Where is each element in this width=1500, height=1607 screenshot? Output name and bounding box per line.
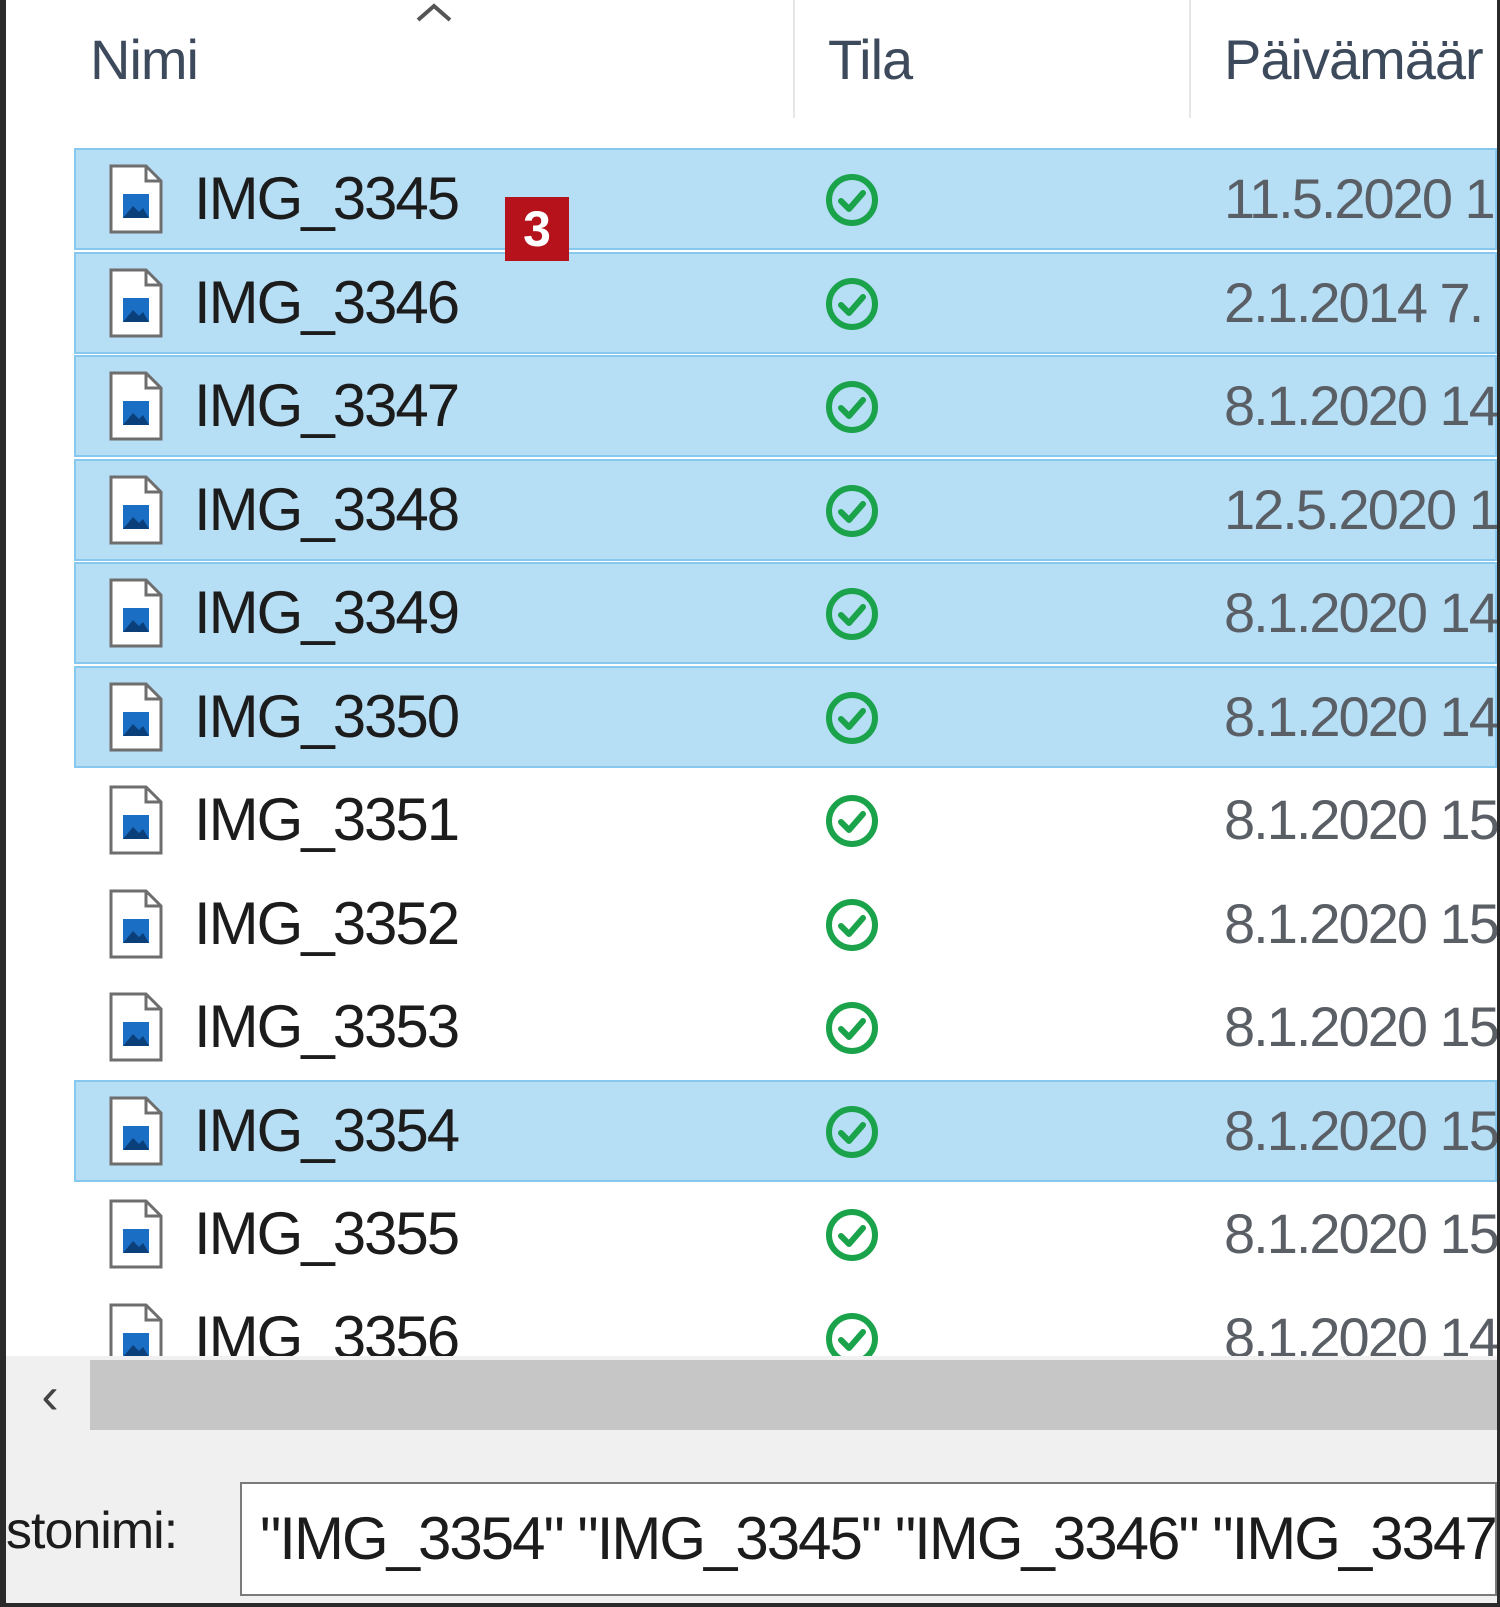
file-name: IMG_3351 (194, 786, 460, 853)
file-date: 12.5.2020 1 (1224, 478, 1497, 541)
file-row[interactable]: IMG_3351 8.1.2020 15 (74, 769, 1497, 871)
file-date: 2.1.2014 7. (1224, 271, 1484, 334)
image-file-icon (109, 371, 163, 441)
file-row[interactable]: IMG_3355 8.1.2020 15 (74, 1183, 1497, 1285)
file-name: IMG_3352 (194, 890, 460, 957)
synced-check-icon (826, 485, 878, 537)
file-row[interactable]: IMG_3354 8.1.2020 15 (74, 1080, 1497, 1182)
file-list: IMG_3345 11.5.2020 1 IMG_3346 2.1.2014 7. IM… (6, 148, 1497, 1356)
filename-bar: stonimi: "IMG_3354" "IMG_3345" "IMG_3346… (6, 1436, 1497, 1603)
file-name: IMG_3346 (194, 269, 460, 336)
window-frame-bottom (0, 1603, 1500, 1607)
file-name: IMG_3356 (194, 1304, 460, 1357)
column-header-date[interactable]: Päivämäär (1224, 30, 1497, 90)
file-row[interactable]: IMG_3346 2.1.2014 7. (74, 252, 1497, 354)
column-divider[interactable] (793, 0, 795, 118)
image-file-icon (109, 164, 163, 234)
file-row[interactable]: IMG_3345 11.5.2020 1 (74, 148, 1497, 250)
synced-check-icon (826, 588, 878, 640)
step-marker-badge: 3 (505, 197, 569, 261)
file-date: 8.1.2020 14 (1224, 1306, 1497, 1356)
file-row[interactable]: IMG_3347 8.1.2020 14 (74, 355, 1497, 457)
synced-check-icon (826, 1313, 878, 1356)
image-file-icon (109, 992, 163, 1062)
file-date: 11.5.2020 1 (1224, 167, 1496, 230)
file-row[interactable]: IMG_3350 8.1.2020 14 (74, 666, 1497, 768)
image-file-icon (109, 1096, 163, 1166)
synced-check-icon (826, 1209, 878, 1261)
image-file-icon (109, 785, 163, 855)
filename-label: stonimi: (6, 1502, 178, 1560)
file-date: 8.1.2020 14 (1224, 685, 1497, 748)
scroll-left-icon[interactable]: ‹ (20, 1366, 80, 1426)
file-row[interactable]: IMG_3356 8.1.2020 14 (74, 1287, 1497, 1356)
synced-check-icon (826, 1002, 878, 1054)
image-file-icon (109, 1303, 163, 1356)
sort-ascending-icon[interactable] (414, 0, 454, 24)
synced-check-icon (826, 174, 878, 226)
file-date: 8.1.2020 15 (1224, 892, 1497, 955)
image-file-icon (109, 268, 163, 338)
file-dialog: Nimi Tila Päivämäär IMG_3345 11.5.2020 1I… (0, 0, 1500, 1607)
file-date: 8.1.2020 15 (1224, 995, 1497, 1058)
synced-check-icon (826, 899, 878, 951)
synced-check-icon (826, 381, 878, 433)
file-row[interactable]: IMG_3353 8.1.2020 15 (74, 976, 1497, 1078)
image-file-icon (109, 475, 163, 545)
file-name: IMG_3350 (194, 683, 460, 750)
column-header-status[interactable]: Tila (828, 30, 1128, 90)
file-name: IMG_3348 (194, 476, 460, 543)
file-name: IMG_3345 (194, 165, 460, 232)
file-name: IMG_3355 (194, 1200, 460, 1267)
file-date: 8.1.2020 15 (1224, 1202, 1497, 1265)
image-file-icon (109, 578, 163, 648)
file-name: IMG_3354 (194, 1097, 460, 1164)
file-name: IMG_3353 (194, 993, 460, 1060)
file-date: 8.1.2020 14 (1224, 581, 1497, 644)
synced-check-icon (826, 692, 878, 744)
horizontal-scrollbar[interactable]: ‹ (6, 1356, 1497, 1436)
column-header-row: Nimi Tila Päivämäär (6, 0, 1497, 122)
image-file-icon (109, 682, 163, 752)
synced-check-icon (826, 278, 878, 330)
scrollbar-thumb[interactable] (90, 1360, 1497, 1430)
file-name: IMG_3349 (194, 579, 460, 646)
file-date: 8.1.2020 14 (1224, 374, 1497, 437)
file-name: IMG_3347 (194, 372, 460, 439)
file-row[interactable]: IMG_3352 8.1.2020 15 (74, 873, 1497, 975)
column-divider[interactable] (1189, 0, 1191, 118)
file-date: 8.1.2020 15 (1224, 1099, 1497, 1162)
image-file-icon (109, 1199, 163, 1269)
column-header-name[interactable]: Nimi (90, 30, 690, 90)
file-row[interactable]: IMG_3349 8.1.2020 14 (74, 562, 1497, 664)
image-file-icon (109, 889, 163, 959)
filename-field[interactable]: "IMG_3354" "IMG_3345" "IMG_3346" "IMG_33… (240, 1482, 1497, 1596)
file-row[interactable]: IMG_3348 12.5.2020 1 (74, 459, 1497, 561)
synced-check-icon (826, 1106, 878, 1158)
file-date: 8.1.2020 15 (1224, 788, 1497, 851)
synced-check-icon (826, 795, 878, 847)
